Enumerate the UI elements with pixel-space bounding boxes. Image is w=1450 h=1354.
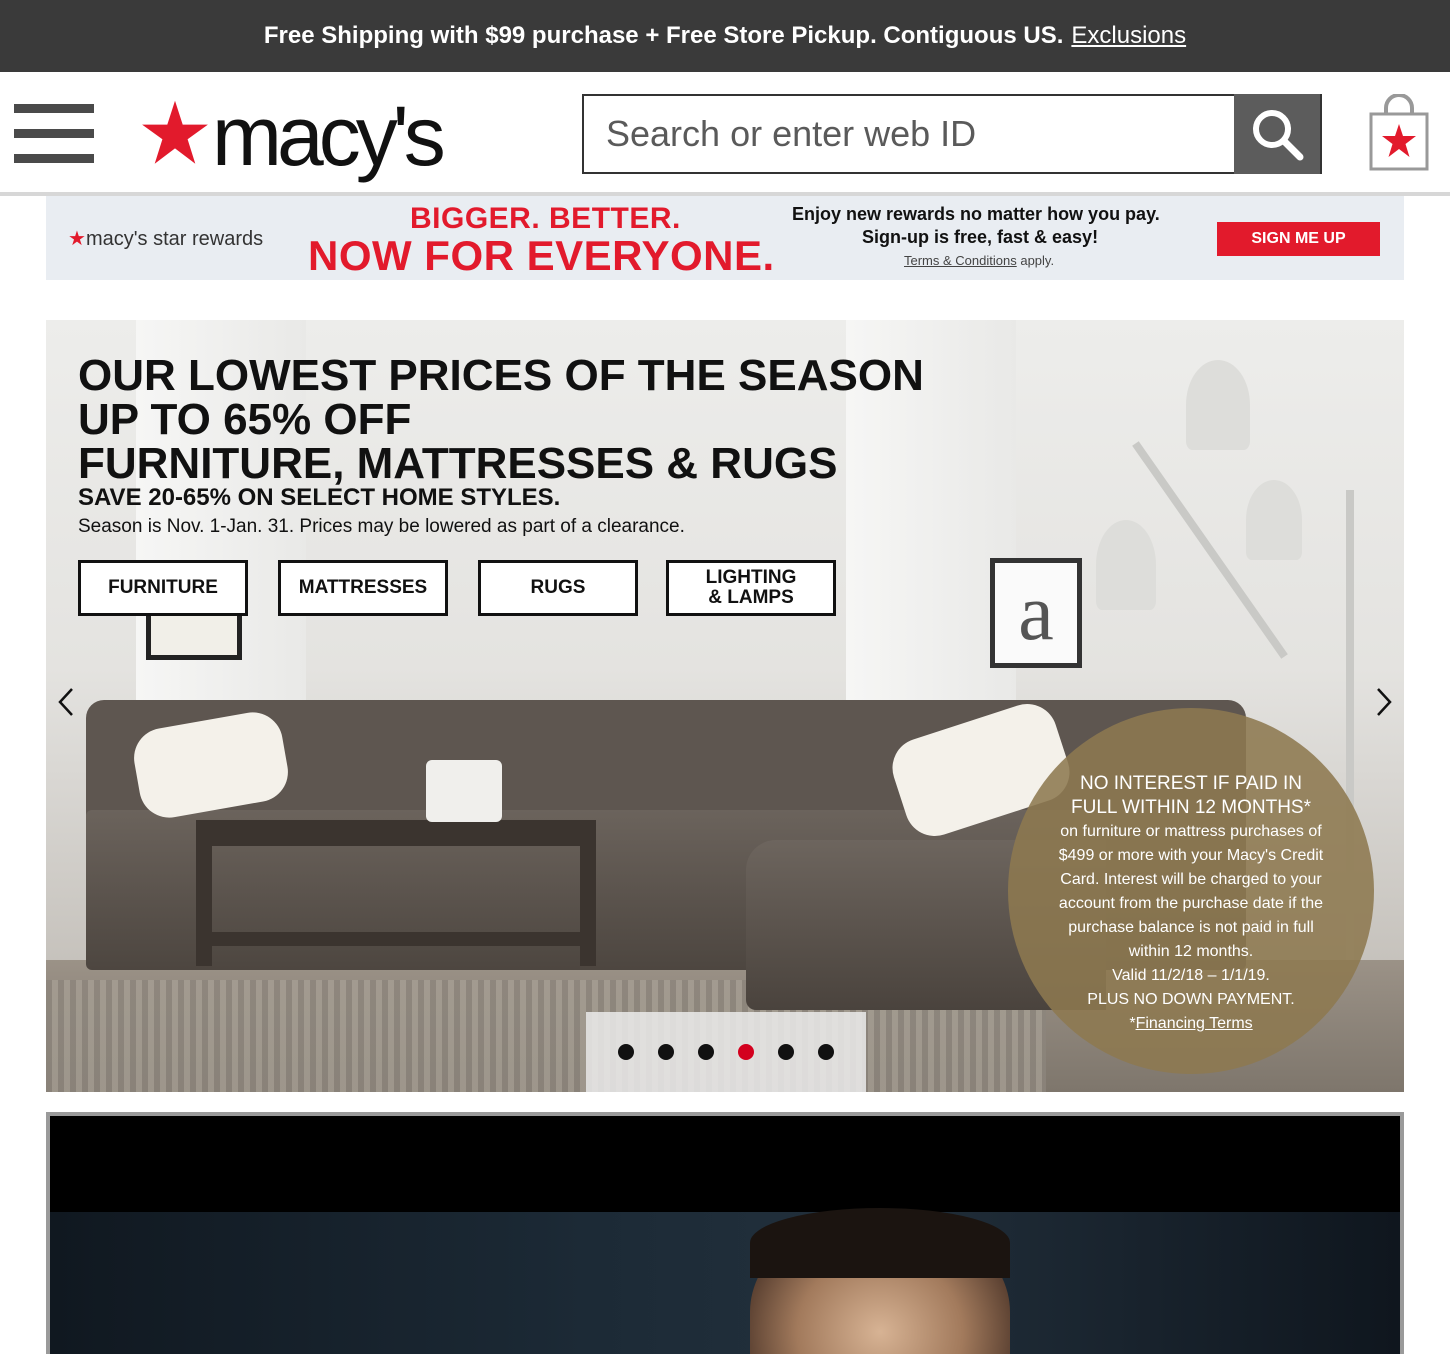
coffee-table-shelf xyxy=(196,932,596,946)
exclusions-link[interactable]: Exclusions xyxy=(1071,22,1186,50)
chevron-left-icon xyxy=(58,688,73,716)
carousel-dot[interactable] xyxy=(738,1044,754,1060)
rewards-headline-1: BIGGER. BETTER. xyxy=(410,202,681,235)
carousel-next-button[interactable] xyxy=(1364,680,1404,724)
rewards-message-1: Enjoy new rewards no matter how you pay. xyxy=(792,204,1160,224)
mattresses-button[interactable]: MATTRESSES xyxy=(278,560,448,616)
rewards-message-2: Sign-up is free, fast & easy! xyxy=(862,227,1099,247)
lamp-shade xyxy=(1186,360,1250,450)
hero-carousel[interactable]: a OUR LOWEST PRICES OF THE SEASON UP TO … xyxy=(46,320,1404,1092)
hero-headline: OUR LOWEST PRICES OF THE SEASON UP TO 65… xyxy=(78,351,924,488)
hero-note: Season is Nov. 1-Jan. 31. Prices may be … xyxy=(78,516,685,537)
lighting-lamps-button[interactable]: LIGHTING & LAMPS xyxy=(666,560,836,616)
carousel-dot[interactable] xyxy=(698,1044,714,1060)
star-logo-icon xyxy=(142,100,208,164)
logo-wordmark: macy's xyxy=(212,89,446,183)
search-icon xyxy=(1253,110,1304,161)
search-input[interactable] xyxy=(584,96,1236,172)
wall-art-letter: a xyxy=(990,558,1082,668)
financing-terms-link[interactable]: Financing Terms xyxy=(1136,1015,1253,1032)
carousel-dot[interactable] xyxy=(658,1044,674,1060)
carousel-indicators xyxy=(586,1012,866,1092)
menu-icon[interactable] xyxy=(14,104,94,164)
financing-promo-text: NO INTEREST IF PAID IN FULL WITHIN 12 MO… xyxy=(1058,773,1324,1032)
hero-subhead: SAVE 20-65% ON SELECT HOME STYLES. xyxy=(78,484,561,511)
star-rewards-banner[interactable]: ★macy's star rewards BIGGER. BETTER. NOW… xyxy=(46,196,1404,280)
planter xyxy=(426,760,502,822)
art-letter: a xyxy=(1018,569,1054,657)
shopping-bag-icon xyxy=(1369,93,1429,171)
lamp-shade xyxy=(1096,520,1156,610)
star-icon: ★ xyxy=(68,228,86,250)
shopping-bag-button[interactable] xyxy=(1368,93,1430,172)
rewards-terms: Terms & Conditions apply. xyxy=(904,253,1055,268)
video-frame xyxy=(50,1212,1400,1354)
sign-me-up-button[interactable]: SIGN ME UP xyxy=(1217,222,1380,256)
carousel-dot[interactable] xyxy=(818,1044,834,1060)
rugs-button[interactable]: RUGS xyxy=(478,560,638,616)
furniture-button[interactable]: FURNITURE xyxy=(78,560,248,616)
video-person-hair xyxy=(750,1208,1010,1278)
search-button[interactable] xyxy=(1234,94,1320,174)
coffee-table xyxy=(196,820,596,846)
macys-logo[interactable]: macy's xyxy=(140,89,450,184)
rewards-headline-2: NOW FOR EVERYONE. xyxy=(308,232,775,279)
video-player[interactable] xyxy=(46,1112,1404,1354)
carousel-dot[interactable] xyxy=(778,1044,794,1060)
shipping-banner-text: Free Shipping with $99 purchase + Free S… xyxy=(263,22,1064,49)
carousel-prev-button[interactable] xyxy=(46,680,86,724)
lamp-shade xyxy=(1246,480,1302,560)
shipping-banner: Free Shipping with $99 purchase + Free S… xyxy=(0,0,1450,72)
terms-conditions-link[interactable]: Terms & Conditions xyxy=(904,253,1017,268)
search-box xyxy=(582,94,1322,174)
carousel-dot[interactable] xyxy=(618,1044,634,1060)
coffee-table-legs xyxy=(196,846,596,966)
site-header: macy's xyxy=(0,72,1450,196)
chevron-right-icon xyxy=(1377,688,1392,716)
star-rewards-brand: ★macy's star rewards xyxy=(68,228,264,250)
